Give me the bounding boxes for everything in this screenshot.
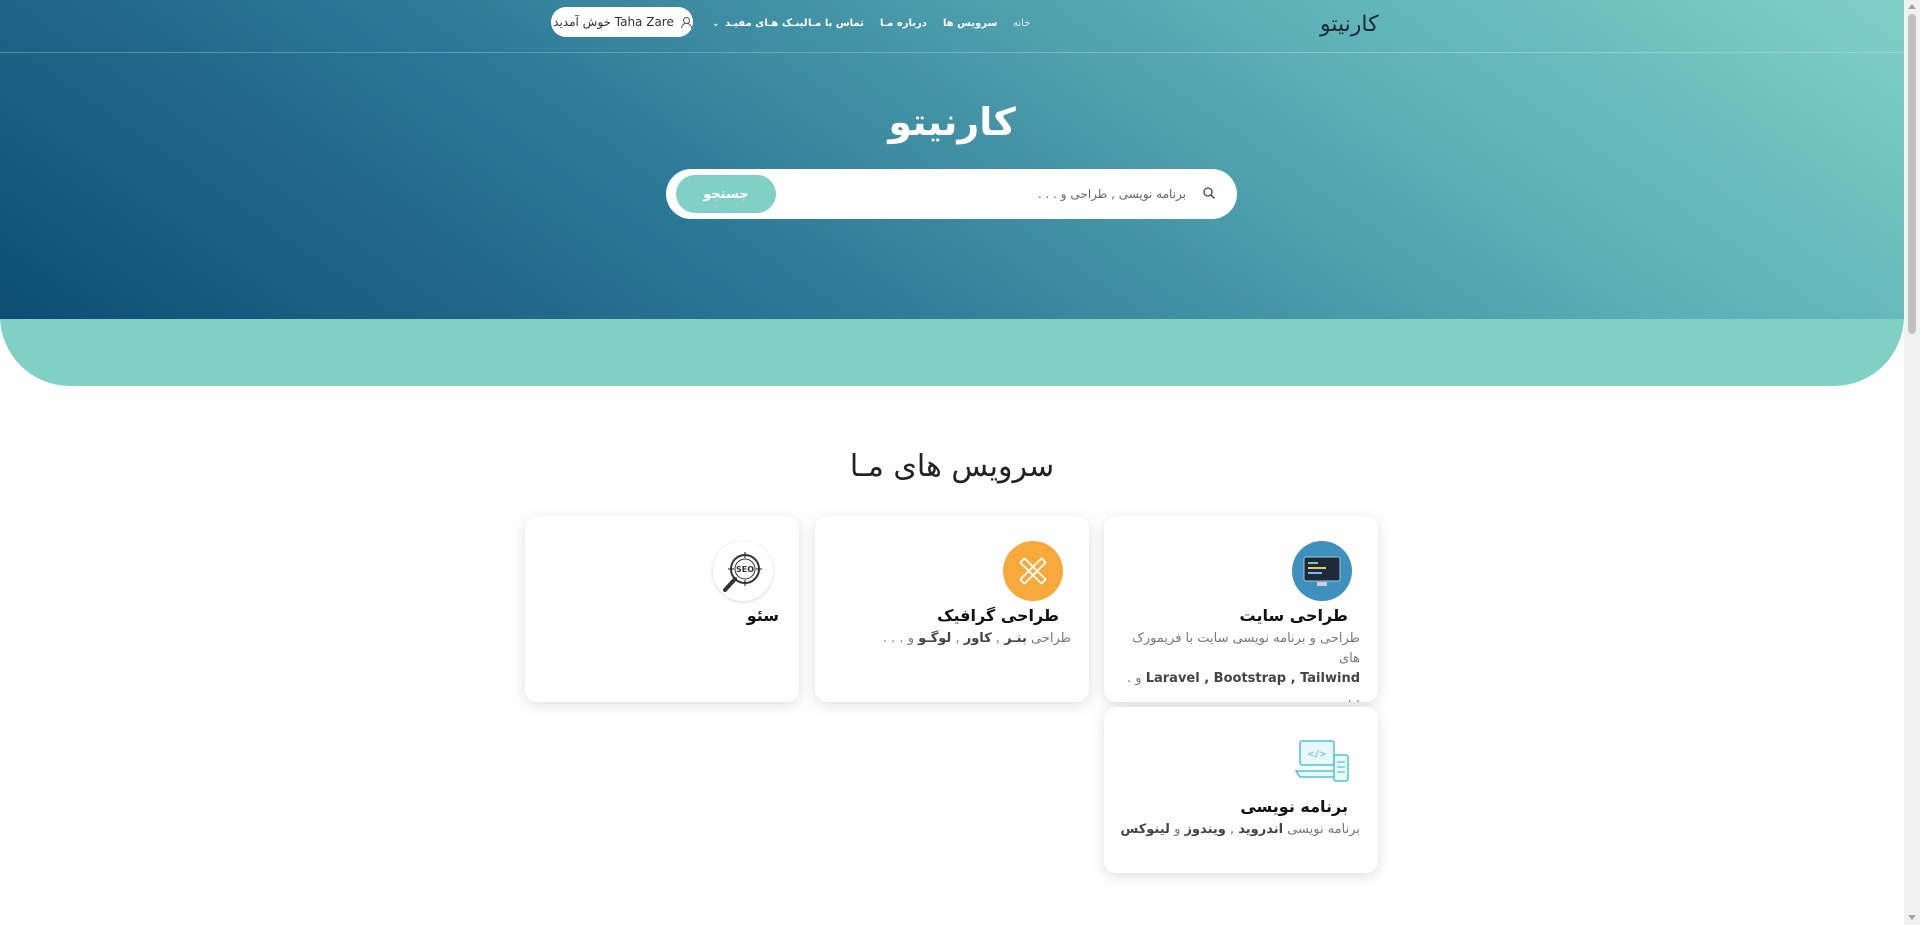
nav-item-contact[interactable]: تماس با مـا xyxy=(808,18,864,29)
nav-item-about[interactable]: درباره مـا xyxy=(880,18,927,29)
chevron-down-icon: ⌄ xyxy=(712,19,720,29)
seo-magnifier-icon: SEO xyxy=(713,541,773,601)
card-desc-bold: کاور xyxy=(963,631,992,646)
nav-divider xyxy=(0,52,1904,53)
scroll-thumb[interactable] xyxy=(1908,14,1916,334)
card-desc-bold: لینوکس xyxy=(1120,822,1170,837)
card-title: طراحی گرافیک xyxy=(937,606,1059,625)
nav-item-home[interactable]: خانه xyxy=(1013,18,1030,29)
search-button[interactable]: جستجو xyxy=(676,175,776,213)
card-title: طراحی سایت xyxy=(1239,606,1348,625)
card-desc-bold: بنـر xyxy=(1004,631,1027,646)
card-desc-text: , xyxy=(1225,822,1239,837)
user-icon xyxy=(680,16,692,28)
card-desc-text: , xyxy=(991,631,1005,646)
search-icon xyxy=(1203,187,1215,199)
nav-item-services[interactable]: سرویس ها xyxy=(943,18,997,29)
card-desc-bold: ویندوز xyxy=(1184,822,1226,837)
pencil-ruler-icon xyxy=(1003,541,1063,601)
card-description: برنامه نویسی اندروید , ویندوز و لینوکس xyxy=(1120,820,1360,840)
user-greeting: Taha Zare خوش آمدید xyxy=(553,15,674,29)
search-input[interactable] xyxy=(786,179,1186,209)
card-desc-text: و xyxy=(1169,822,1185,837)
search-bar: جستجو xyxy=(666,169,1237,219)
brand-logo[interactable]: کارنیتو xyxy=(1320,10,1379,40)
page-scrollbar[interactable] xyxy=(1904,0,1920,925)
svg-text:</>: </> xyxy=(1308,749,1326,760)
card-description: طراحی بنـر , کاور , لوگـو و . . . xyxy=(831,629,1071,649)
service-card-seo[interactable]: SEO سئو xyxy=(525,516,799,702)
nav-item-links[interactable]: لینـک هـای مفیـد ⌄ xyxy=(712,18,808,29)
card-desc-line: Laravel , Bootstrap , Tailwind و . . . xyxy=(1120,669,1360,709)
scroll-down-icon[interactable] xyxy=(1908,915,1916,920)
service-card-graphic-design[interactable]: طراحی گرافیک طراحی بنـر , کاور , لوگـو و… xyxy=(815,516,1089,702)
card-title: سئو xyxy=(746,606,779,625)
seo-icon-text: SEO xyxy=(736,565,754,574)
card-desc-bold: اندروید xyxy=(1238,822,1284,837)
code-monitor-icon xyxy=(1292,541,1352,601)
card-desc-text: , xyxy=(951,631,964,646)
card-desc-text: طراحی xyxy=(1026,631,1071,646)
card-desc-line: طراحی و برنامه نویسی سایت با فریمورک های xyxy=(1132,631,1360,666)
user-menu-button[interactable]: Taha Zare خوش آمدید xyxy=(551,7,693,37)
service-card-programming[interactable]: </> برنامه نویسی برنامه نویسی اندروید , … xyxy=(1104,707,1378,873)
hero-title: کارنیتو xyxy=(888,100,1016,144)
scroll-up-icon[interactable] xyxy=(1908,4,1916,9)
frameworks-text: Laravel , Bootstrap , Tailwind xyxy=(1145,671,1360,686)
card-desc-text: برنامه نویسی xyxy=(1283,822,1360,837)
services-title: سرویس های مـا xyxy=(849,449,1055,484)
code-devices-icon: </> xyxy=(1292,733,1352,793)
card-desc-bold: لوگـو xyxy=(918,631,952,646)
service-card-web-design[interactable]: طراحی سایت طراحی و برنامه نویسی سایت با … xyxy=(1104,516,1378,706)
card-description: طراحی و برنامه نویسی سایت با فریمورک های… xyxy=(1120,629,1360,709)
hero-section: کارنیتو خانه سرویس ها درباره مـا تماس با… xyxy=(0,0,1904,319)
card-title: برنامه نویسی xyxy=(1240,797,1348,816)
card-desc-text: و . . . xyxy=(882,631,919,646)
nav-item-links-label: لینـک هـای مفیـد xyxy=(725,18,808,29)
page: کارنیتو خانه سرویس ها درباره مـا تماس با… xyxy=(0,0,1904,925)
